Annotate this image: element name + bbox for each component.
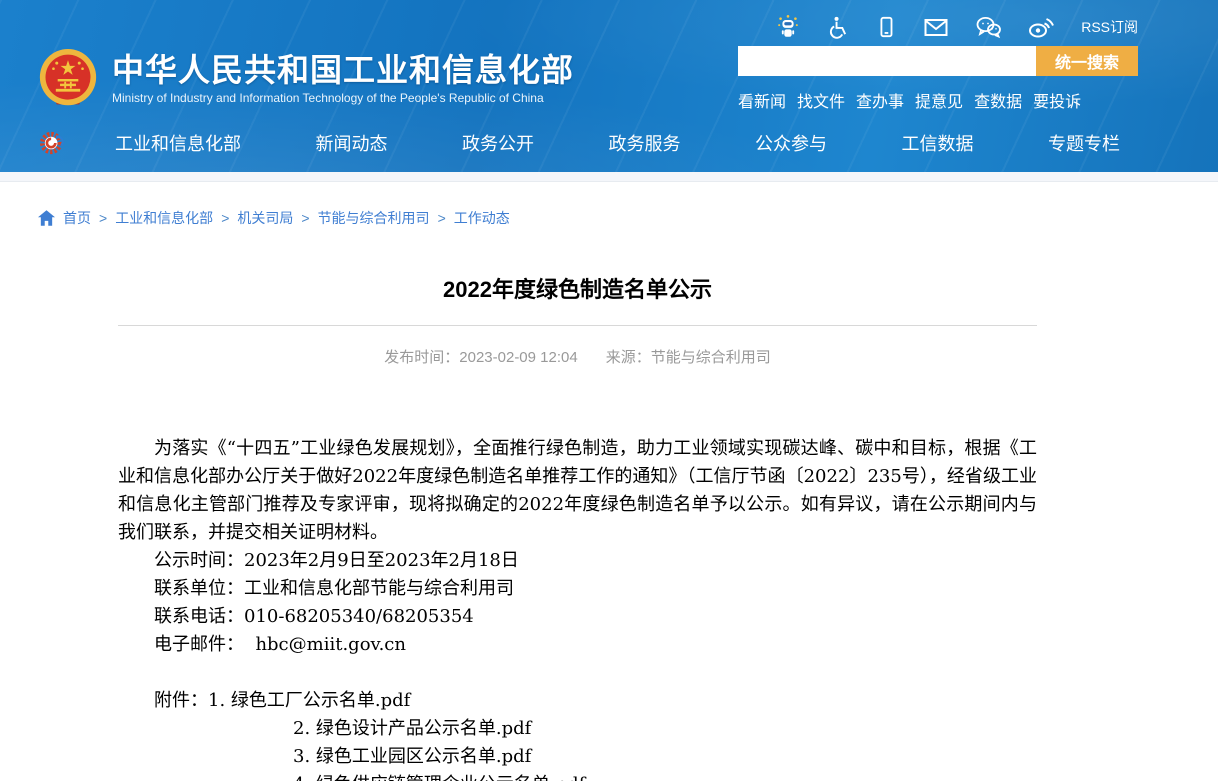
nav-item-miit[interactable]: 工业和信息化部 xyxy=(115,130,241,156)
contact-unit-line: 联系单位：工业和信息化部节能与综合利用司 xyxy=(118,575,1037,603)
nav-item-gov-service[interactable]: 政务服务 xyxy=(609,130,681,156)
breadcrumb-energy-dept[interactable]: 节能与综合利用司 xyxy=(318,208,430,228)
header-bottom-strip xyxy=(0,172,1218,182)
source-value: 节能与综合利用司 xyxy=(651,349,771,366)
miit-logo-icon xyxy=(38,129,66,157)
breadcrumb-separator: > xyxy=(99,210,107,226)
header-main-row: 中华人民共和国工业和信息化部 Ministry of Industry and … xyxy=(0,44,1218,114)
breadcrumb-work-news[interactable]: 工作动态 xyxy=(454,208,510,228)
mobile-icon[interactable] xyxy=(875,15,897,39)
public-notice-period-line: 公示时间：2023年2月9日至2023年2月18日 xyxy=(118,547,1037,575)
site-title-block: 中华人民共和国工业和信息化部 Ministry of Industry and … xyxy=(112,53,574,105)
national-emblem-icon xyxy=(38,48,98,110)
mail-icon[interactable] xyxy=(923,15,949,39)
mascot-icon[interactable] xyxy=(776,14,800,40)
header-top-bar: RSS订阅 xyxy=(0,0,1218,44)
unified-search-button[interactable]: 统一搜索 xyxy=(1036,46,1138,76)
site-title-en: Ministry of Industry and Information Tec… xyxy=(112,91,574,105)
article-body: 为落实《“十四五”工业绿色发展规划》，全面推行绿色制造，助力工业领域实现碳达峰、… xyxy=(118,435,1037,781)
publish-time-value: 2023-02-09 12:04 xyxy=(459,349,577,366)
source-label: 来源： xyxy=(606,349,651,366)
weibo-icon[interactable] xyxy=(1028,15,1055,39)
breadcrumb-separator: > xyxy=(438,210,446,226)
attachment-link-green-factory[interactable]: 1. 绿色工厂公示名单.pdf xyxy=(208,690,410,711)
site-title-cn: 中华人民共和国工业和信息化部 xyxy=(112,53,574,88)
nav-item-news[interactable]: 新闻动态 xyxy=(316,130,388,156)
breadcrumb-miit[interactable]: 工业和信息化部 xyxy=(115,208,213,228)
attachments-block: 附件：1. 绿色工厂公示名单.pdf 2. 绿色设计产品公示名单.pdf 3. … xyxy=(118,687,1037,781)
quick-link-data[interactable]: 查数据 xyxy=(974,88,1022,112)
quick-link-suggest[interactable]: 提意见 xyxy=(915,88,963,112)
wechat-icon[interactable] xyxy=(975,15,1002,39)
contact-email-line: 电子邮件： hbc@miit.gov.cn xyxy=(118,631,1037,659)
header-search-area: 统一搜索 看新闻 找文件 查办事 提意见 查数据 要投诉 xyxy=(738,46,1138,112)
contact-info-block: 公示时间：2023年2月9日至2023年2月18日 联系单位：工业和信息化部节能… xyxy=(118,547,1037,659)
main-nav: 工业和信息化部 新闻动态 政务公开 政务服务 公众参与 工信数据 专题专栏 xyxy=(0,114,1218,172)
attachment-link-green-supply-chain[interactable]: 4. 绿色供应链管理企业公示名单.pdf xyxy=(118,771,1037,781)
contact-phone-line: 联系电话：010-68205340/68205354 xyxy=(118,603,1037,631)
breadcrumb-separator: > xyxy=(301,210,309,226)
breadcrumb-departments[interactable]: 机关司局 xyxy=(237,208,293,228)
quick-link-services[interactable]: 查办事 xyxy=(856,88,904,112)
nav-items: 工业和信息化部 新闻动态 政务公开 政务服务 公众参与 工信数据 专题专栏 xyxy=(115,130,1120,156)
attachment-link-green-design[interactable]: 2. 绿色设计产品公示名单.pdf xyxy=(118,715,1037,743)
article-meta: 发布时间：2023-02-09 12:04 来源：节能与综合利用司 xyxy=(118,346,1037,367)
nav-item-special[interactable]: 专题专栏 xyxy=(1048,130,1120,156)
breadcrumb: 首页 > 工业和信息化部 > 机关司局 > 节能与综合利用司 > 工作动态 xyxy=(0,182,1218,228)
quick-link-files[interactable]: 找文件 xyxy=(797,88,845,112)
title-divider xyxy=(118,325,1037,326)
search-input[interactable] xyxy=(738,46,1036,76)
quick-links-row: 看新闻 找文件 查办事 提意见 查数据 要投诉 xyxy=(738,88,1138,112)
rss-subscribe-link[interactable]: RSS订阅 xyxy=(1081,17,1138,37)
article: 2022年度绿色制造名单公示 发布时间：2023-02-09 12:04 来源：节… xyxy=(118,279,1037,781)
breadcrumb-home[interactable]: 首页 xyxy=(63,208,91,228)
publish-time-label: 发布时间： xyxy=(384,349,459,366)
nav-item-gov-open[interactable]: 政务公开 xyxy=(462,130,534,156)
site-header: RSS订阅 中华人民共和国工业和信息化部 Ministry of In xyxy=(0,0,1218,172)
quick-link-news[interactable]: 看新闻 xyxy=(738,88,786,112)
accessibility-icon[interactable] xyxy=(826,15,849,39)
nav-item-participation[interactable]: 公众参与 xyxy=(755,130,827,156)
attachments-label: 附件： xyxy=(154,690,208,711)
nav-item-data[interactable]: 工信数据 xyxy=(902,130,974,156)
article-title: 2022年度绿色制造名单公示 xyxy=(118,279,1037,301)
attachment-link-green-park[interactable]: 3. 绿色工业园区公示名单.pdf xyxy=(118,743,1037,771)
article-paragraph: 为落实《“十四五”工业绿色发展规划》，全面推行绿色制造，助力工业领域实现碳达峰、… xyxy=(118,435,1037,547)
breadcrumb-separator: > xyxy=(221,210,229,226)
quick-link-complaint[interactable]: 要投诉 xyxy=(1033,88,1081,112)
home-icon[interactable] xyxy=(38,210,55,226)
